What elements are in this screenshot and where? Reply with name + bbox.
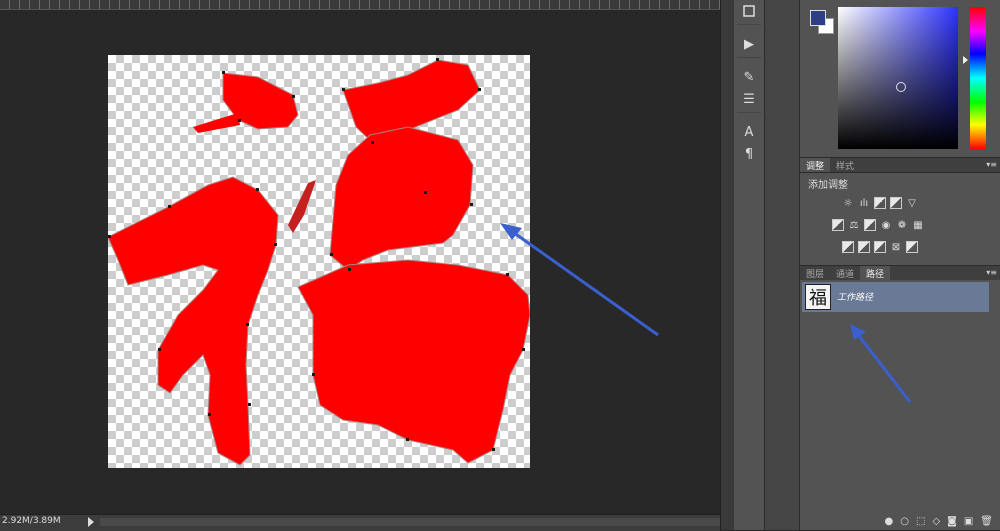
levels-icon[interactable]: ılı <box>858 197 870 209</box>
path-row-work-path[interactable]: 福 工作路径 <box>802 282 989 312</box>
tab-paths[interactable]: 路径 <box>860 266 891 280</box>
color-lookup-icon[interactable]: ▦ <box>912 219 924 231</box>
hue-slider[interactable] <box>970 7 986 149</box>
brush-tool-icon[interactable]: ✎ <box>734 66 764 88</box>
bw-icon[interactable] <box>864 219 876 231</box>
tool-presets-icon[interactable]: ☰ <box>734 88 764 110</box>
horizontal-ruler[interactable] <box>0 0 720 10</box>
path-name: 工作路径 <box>837 293 874 303</box>
tab-styles[interactable]: 样式 <box>830 158 860 172</box>
panel-dock-strip: ▶ ✎ ☰ A ¶ <box>734 0 765 530</box>
fill-path-icon[interactable]: ● <box>885 516 894 527</box>
paths-panel: 福 工作路径 <box>800 280 1000 512</box>
status-menu-icon[interactable] <box>88 517 94 527</box>
document-size: 2.92M/3.89M <box>2 516 61 526</box>
photo-filter-icon[interactable]: ◉ <box>880 219 892 231</box>
channel-mixer-icon[interactable]: ❁ <box>896 219 908 231</box>
tab-adjustments[interactable]: 调整 <box>800 158 831 172</box>
gradient-map-icon[interactable] <box>906 241 918 253</box>
adjustment-row-1: ☼ ılı ▽ <box>842 197 918 209</box>
saturation-value-field[interactable] <box>838 7 958 149</box>
annotation-arrow-panel <box>850 324 912 403</box>
paragraph-icon[interactable]: ¶ <box>734 143 764 165</box>
color-balance-icon[interactable]: ⚖ <box>848 219 860 231</box>
adjustment-row-2: ⚖ ◉ ❁ ▦ <box>832 219 924 231</box>
color-cursor[interactable] <box>896 82 906 92</box>
tab-channels[interactable]: 通道 <box>830 266 860 280</box>
paths-footer: ● ○ ⬚ ◇ ◙ ▣ 🗑 <box>800 512 1000 530</box>
play-icon[interactable]: ▶ <box>734 33 764 55</box>
selective-color-icon[interactable]: ⊠ <box>890 241 902 253</box>
anchor-points <box>108 58 525 451</box>
canvas-area[interactable] <box>0 0 720 514</box>
panel-menu-icon[interactable]: ▾≡ <box>986 160 997 169</box>
add-adjustment-title: 添加调整 <box>808 180 848 191</box>
curves-icon[interactable] <box>874 197 886 209</box>
load-selection-icon[interactable]: ⬚ <box>916 516 925 527</box>
document-canvas[interactable] <box>108 55 530 468</box>
invert-icon[interactable] <box>842 241 854 253</box>
layers-tabs: 图层 通道 路径 ▾≡ <box>800 265 1000 281</box>
adjustments-tabs: 调整 样式 ▾≡ <box>800 157 1000 173</box>
vibrance-icon[interactable]: ▽ <box>906 197 918 209</box>
horizontal-scrollbar[interactable] <box>100 518 720 526</box>
add-mask-icon[interactable]: ◙ <box>947 516 957 527</box>
path-thumbnail: 福 <box>805 284 831 310</box>
threshold-icon[interactable] <box>874 241 886 253</box>
adjustment-row-3: ⊠ <box>842 241 918 253</box>
hue-marker[interactable] <box>963 56 968 64</box>
foreground-color-swatch[interactable] <box>810 10 826 26</box>
new-path-icon[interactable]: ▣ <box>964 516 973 527</box>
stroke-path-icon[interactable]: ○ <box>900 516 909 527</box>
posterize-icon[interactable] <box>858 241 870 253</box>
tab-layers[interactable]: 图层 <box>800 266 830 280</box>
right-panel: 调整 样式 ▾≡ 添加调整 ☼ ılı ▽ ⚖ ◉ ❁ ▦ ⊠ 图层 通道 路径… <box>799 0 1000 530</box>
panel-gap <box>765 0 799 530</box>
hue-sat-icon[interactable] <box>832 219 844 231</box>
exposure-icon[interactable] <box>890 197 902 209</box>
delete-path-icon[interactable]: 🗑 <box>980 516 993 527</box>
make-path-icon[interactable]: ◇ <box>932 516 940 527</box>
color-picker-panel <box>800 0 1000 155</box>
panel-menu-icon[interactable]: ▾≡ <box>986 268 997 277</box>
thumb-glyph: 福 <box>809 288 827 309</box>
character-icon[interactable]: A <box>734 121 764 143</box>
brightness-icon[interactable]: ☼ <box>842 197 854 209</box>
vertical-scrollbar[interactable] <box>720 0 735 530</box>
history-icon[interactable] <box>734 0 764 22</box>
